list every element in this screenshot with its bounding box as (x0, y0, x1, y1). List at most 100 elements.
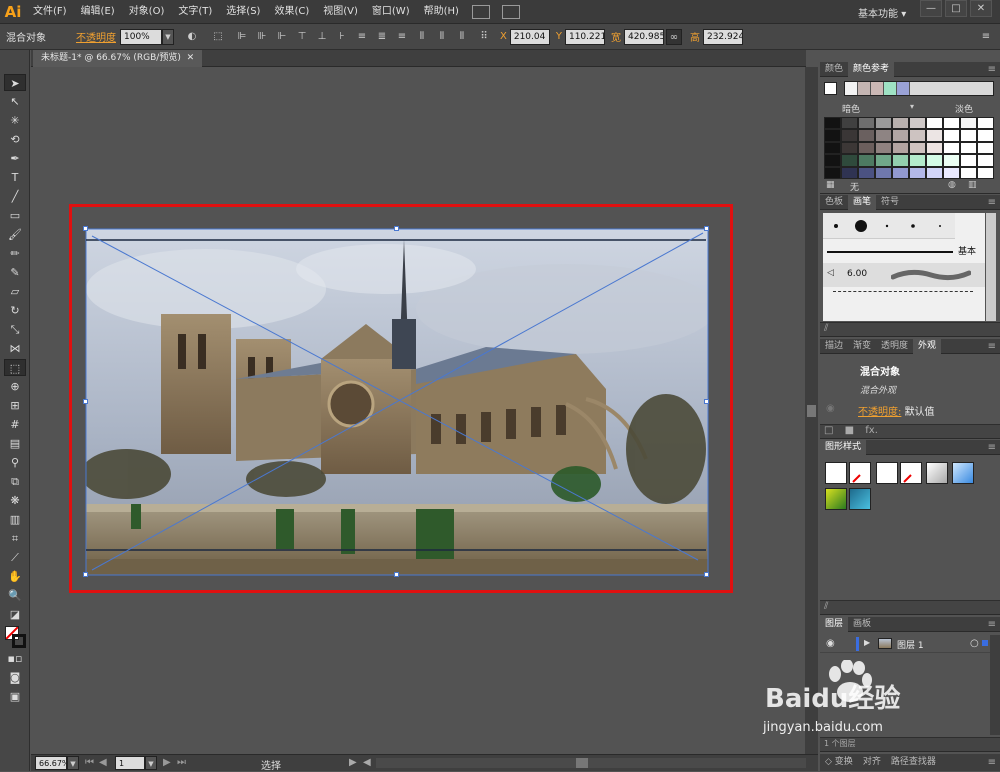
reference-color-swatch[interactable] (897, 82, 910, 95)
vertical-scrollbar[interactable] (805, 67, 818, 754)
color-variation-cell[interactable] (892, 117, 909, 130)
tab-brushes[interactable]: 画笔 (848, 194, 877, 210)
color-variation-cell[interactable] (892, 154, 909, 167)
save-color-group-icon[interactable]: ▥ (968, 180, 977, 190)
color-variation-cell[interactable] (977, 166, 994, 179)
color-variation-cell[interactable] (875, 154, 892, 167)
tab-pathfinder[interactable]: 路径查找器 (886, 755, 941, 770)
edit-colors-icon[interactable]: ◍ (948, 180, 956, 190)
color-variation-cell[interactable] (943, 129, 960, 142)
new-stroke-icon[interactable]: □ (824, 425, 833, 436)
layer-row[interactable]: ◉ ▶ 图层 1 ○ (820, 635, 990, 653)
panel-menu-icon[interactable]: ≡ (988, 757, 996, 768)
opacity-link[interactable]: 不透明度: (858, 407, 901, 418)
tab-transparency[interactable]: 透明度 (876, 339, 913, 354)
style-none[interactable] (849, 462, 871, 484)
horizontal-scrollbar[interactable] (376, 758, 806, 768)
color-variation-cell[interactable] (977, 129, 994, 142)
color-variation-cell[interactable] (926, 141, 943, 155)
panel-menu-icon[interactable]: ≡ (988, 341, 996, 352)
visibility-eye-icon[interactable]: ◉ (826, 403, 835, 414)
base-color-swatch[interactable] (824, 82, 837, 95)
opacity-row[interactable]: 不透明度: 默认值 (858, 403, 935, 418)
calligraphic-brushes[interactable] (823, 213, 955, 239)
color-variation-cell[interactable] (926, 166, 943, 179)
tab-graphic-styles[interactable]: 图形样式 (820, 439, 867, 455)
panel-menu-icon[interactable]: ≡ (988, 442, 996, 453)
reference-color-swatch[interactable] (884, 82, 897, 95)
horizontal-scroll-thumb[interactable] (576, 758, 588, 768)
vertical-scroll-thumb[interactable] (807, 405, 816, 417)
color-variation-cell[interactable] (960, 141, 977, 155)
new-fill-icon[interactable]: ■ (845, 425, 854, 436)
color-variation-cell[interactable] (892, 166, 909, 179)
brush-pressure[interactable]: ◁ 6.00 (823, 263, 985, 287)
color-variation-cell[interactable] (875, 129, 892, 142)
style-shadow[interactable] (926, 462, 948, 484)
last-page-icon[interactable]: ⏭ (177, 757, 186, 768)
tab-color-guide[interactable]: 颜色参考 (848, 61, 895, 77)
style-green-pattern[interactable] (825, 488, 847, 510)
color-variation-cell[interactable] (875, 141, 892, 155)
style-libraries-icon[interactable]: ⫽ (824, 601, 828, 612)
color-variation-cell[interactable] (909, 166, 926, 179)
color-variation-cell[interactable] (841, 141, 858, 155)
style-split[interactable] (900, 462, 922, 484)
color-variation-cell[interactable] (943, 166, 960, 179)
color-variation-cell[interactable] (926, 117, 943, 130)
page-field[interactable]: 1 (115, 756, 145, 770)
expand-arrow-icon[interactable]: ▶ (864, 638, 870, 647)
prev-page-icon[interactable]: ◀ (99, 757, 107, 768)
color-variation-cell[interactable] (960, 117, 977, 130)
reference-color-swatch[interactable] (845, 82, 858, 95)
color-variation-cell[interactable] (977, 117, 994, 130)
style-white[interactable] (876, 462, 898, 484)
color-variation-cell[interactable] (858, 117, 875, 130)
panel-menu-icon[interactable]: ≡ (988, 64, 996, 75)
tab-appearance[interactable]: 外观 (913, 338, 942, 354)
tab-symbols[interactable]: 符号 (876, 195, 904, 210)
color-variation-cell[interactable] (858, 129, 875, 142)
style-teal-pattern[interactable] (849, 488, 871, 510)
chevron-down-icon[interactable]: ▾ (910, 102, 914, 111)
next-page-icon[interactable]: ▶ (163, 757, 171, 768)
zoom-field[interactable]: 66.67% (35, 756, 67, 770)
color-variation-cell[interactable] (858, 166, 875, 179)
tab-artboards[interactable]: 画板 (848, 617, 876, 632)
layers-scrollbar[interactable] (990, 635, 1000, 735)
tab-color[interactable]: 颜色 (820, 62, 848, 77)
tab-align[interactable]: 对齐 (858, 755, 886, 770)
color-variation-cell[interactable] (926, 154, 943, 167)
color-variation-cell[interactable] (824, 154, 841, 167)
status-menu-icon[interactable]: ▶ (349, 757, 357, 768)
brush-list[interactable]: 基本 ◁ 6.00 (823, 213, 985, 321)
color-variation-cell[interactable] (960, 129, 977, 142)
color-variation-cell[interactable] (892, 141, 909, 155)
color-variation-cell[interactable] (824, 141, 841, 155)
tab-gradient[interactable]: 渐变 (848, 339, 876, 354)
style-blue-glow[interactable] (952, 462, 974, 484)
color-variation-cell[interactable] (824, 117, 841, 130)
zoom-dropdown-icon[interactable]: ▼ (67, 756, 79, 770)
color-variation-cell[interactable] (943, 154, 960, 167)
style-default[interactable] (825, 462, 847, 484)
fx-button[interactable]: fx. (865, 425, 878, 436)
color-variation-cell[interactable] (977, 141, 994, 155)
color-variation-cell[interactable] (943, 117, 960, 130)
color-variation-cell[interactable] (841, 154, 858, 167)
color-variation-cell[interactable] (824, 166, 841, 179)
reference-color-swatch[interactable] (871, 82, 884, 95)
brush-libraries-icon[interactable]: ⫽ (824, 323, 828, 334)
brush-list-scrollbar[interactable] (986, 213, 996, 321)
color-variation-cell[interactable] (909, 117, 926, 130)
first-page-icon[interactable]: ⏮ (85, 757, 94, 768)
color-variation-grid[interactable] (824, 117, 994, 179)
color-variation-cell[interactable] (909, 141, 926, 155)
color-variation-cell[interactable] (858, 141, 875, 155)
tab-transform[interactable]: ◇ 变换 (820, 755, 858, 770)
color-variation-cell[interactable] (892, 129, 909, 142)
color-variation-cell[interactable] (824, 129, 841, 142)
color-variation-cell[interactable] (909, 154, 926, 167)
color-variation-cell[interactable] (960, 166, 977, 179)
color-variation-cell[interactable] (909, 129, 926, 142)
